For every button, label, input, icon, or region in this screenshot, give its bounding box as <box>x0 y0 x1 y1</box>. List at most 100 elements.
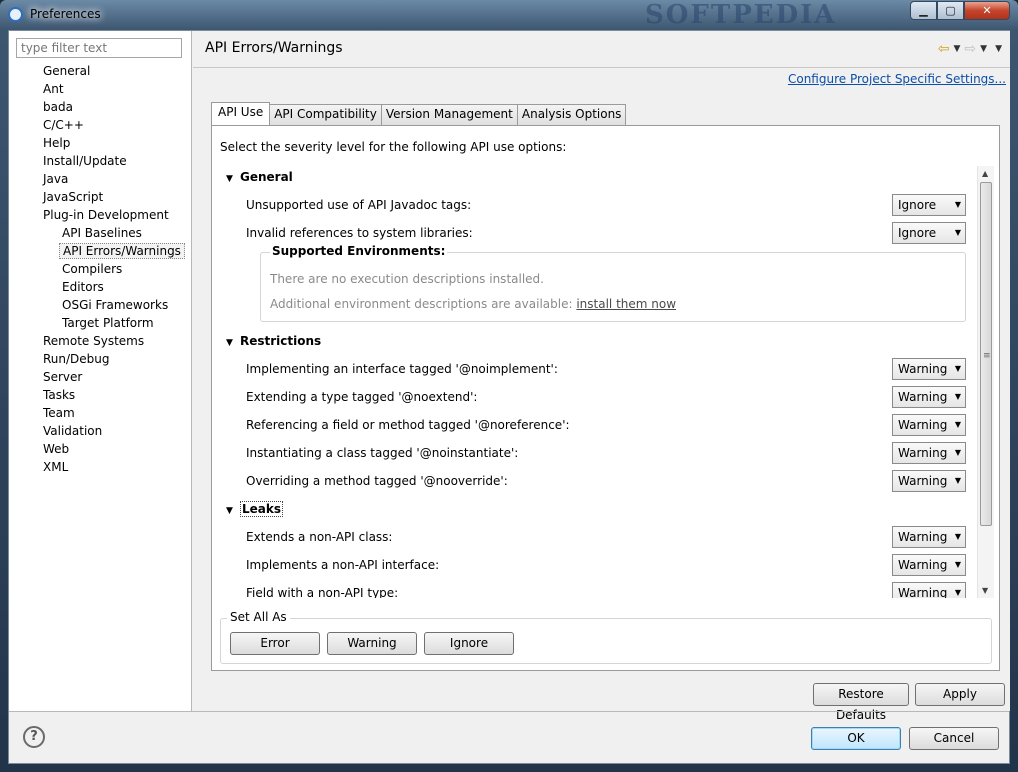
header-separator <box>193 67 1010 68</box>
tree-item[interactable]: C/C++ <box>9 116 192 134</box>
eclipse-icon <box>8 7 23 22</box>
set-all-title: Set All As <box>227 610 290 624</box>
severity-combo[interactable]: Ignore ▼ <box>892 194 966 216</box>
forward-arrow-icon[interactable]: ⇨ <box>964 41 976 57</box>
install-them-now-link[interactable]: install them now <box>576 297 676 311</box>
tree-item[interactable]: XML <box>9 458 192 476</box>
set-all-error-button[interactable]: Error <box>230 632 320 655</box>
configure-project-link[interactable]: Configure Project Specific Settings... <box>788 72 1006 86</box>
tree-item[interactable]: Compilers <box>9 260 192 278</box>
page-header: API Errors/Warnings ⇦ ▼ ⇨ ▼ ▼ <box>193 31 1010 67</box>
preference-page: API Errors/Warnings ⇦ ▼ ⇨ ▼ ▼ Configure … <box>193 31 1010 722</box>
severity-combo[interactable]: Warning ▼ <box>892 358 966 380</box>
tab-version-management[interactable]: Version Management <box>380 104 518 125</box>
severity-combo[interactable]: Warning ▼ <box>892 386 966 408</box>
dropdown-arrow-icon: ▼ <box>954 532 961 541</box>
expanded-icon: ▼ <box>226 506 233 516</box>
expanded-icon: ▼ <box>226 338 233 348</box>
help-icon[interactable]: ? <box>23 726 45 748</box>
tab-api-compatibility[interactable]: API Compatibility <box>269 104 382 125</box>
env-group-title: Supported Environments: <box>270 244 448 258</box>
maximize-button[interactable]: ▢ <box>937 1 964 20</box>
supported-environments-group: Supported Environments: There are no exe… <box>260 244 966 322</box>
dropdown-arrow-icon: ▼ <box>954 392 961 401</box>
tree-item[interactable]: Tasks <box>9 386 192 404</box>
section-restrictions[interactable]: ▼ Restrictions <box>226 334 321 348</box>
severity-combo[interactable]: Warning ▼ <box>892 470 966 492</box>
severity-combo[interactable]: Ignore ▼ <box>892 222 966 244</box>
preference-tree: General Ant bada C/C++ Help Install/Update Jav… <box>9 62 192 476</box>
scroll-up-icon[interactable]: ▲ <box>982 169 988 178</box>
tree-item[interactable]: Run/Debug <box>9 350 192 368</box>
tree-item[interactable]: Ant <box>9 80 192 98</box>
option-label: Overriding a method tagged '@nooverride'… <box>246 474 508 488</box>
env-available-text: Additional environment descriptions are … <box>270 297 677 311</box>
tree-item[interactable]: bada <box>9 98 192 116</box>
tree-item[interactable]: Web <box>9 440 192 458</box>
option-label: Instantiating a class tagged '@noinstant… <box>246 446 519 460</box>
preferences-window: Preferences SOFTPEDIA ▁ ▢ ✕ GeneralAntba… <box>0 0 1018 772</box>
dropdown-arrow-icon: ▼ <box>954 560 961 569</box>
tree-item[interactable]: Plug-in Development <box>9 206 192 224</box>
section-leaks[interactable]: ▼ Leaks <box>226 501 284 517</box>
tree-item[interactable]: Server <box>9 368 192 386</box>
intro-text: Select the severity level for the follow… <box>220 140 567 154</box>
tab-analysis-options[interactable]: Analysis Options <box>516 104 627 125</box>
filter-input[interactable] <box>16 38 182 58</box>
dialog-client: GeneralAntbadaC/C++HelpInstall/UpdateJav… <box>8 30 1010 764</box>
dropdown-arrow-icon: ▼ <box>954 476 961 485</box>
view-menu-icon[interactable]: ▼ <box>995 44 1002 54</box>
expanded-icon: ▼ <box>226 174 233 184</box>
severity-combo[interactable]: Warning ▼ <box>892 414 966 436</box>
tree-item[interactable]: General <box>9 62 192 80</box>
tree-item[interactable]: Install/Update <box>9 152 192 170</box>
tab-api-use[interactable]: API Use <box>211 102 271 125</box>
section-general[interactable]: ▼ General <box>226 170 293 184</box>
tree-item[interactable]: JavaScript <box>9 188 192 206</box>
tree-item[interactable]: Team <box>9 404 192 422</box>
severity-combo[interactable]: Warning ▼ <box>892 526 966 548</box>
tree-item[interactable]: Help <box>9 134 192 152</box>
severity-combo[interactable]: Warning ▼ <box>892 554 966 576</box>
window-title: Preferences <box>30 7 101 21</box>
restore-defaults-button[interactable]: Restore Defaults <box>813 683 909 722</box>
tree-item[interactable]: Target Platform <box>9 314 192 332</box>
option-label: Extends a non-API class: <box>246 530 393 544</box>
cancel-button[interactable]: Cancel <box>909 727 999 750</box>
severity-combo[interactable]: Warning ▼ <box>892 442 966 464</box>
tab-bar: API Use API Compatibility Version Manageme… <box>211 102 627 125</box>
severity-combo[interactable]: Warning ▼ <box>892 582 966 598</box>
back-arrow-icon[interactable]: ⇦ <box>938 41 950 57</box>
tree-item[interactable]: Validation <box>9 422 192 440</box>
option-label: Referencing a field or method tagged '@n… <box>246 418 570 432</box>
dropdown-arrow-icon: ▼ <box>954 420 961 429</box>
ok-button[interactable]: OK <box>811 727 901 750</box>
watermark: SOFTPEDIA <box>645 0 837 30</box>
back-dropdown-icon[interactable]: ▼ <box>954 44 961 54</box>
scroll-down-icon[interactable]: ▼ <box>982 586 988 595</box>
title-bar[interactable]: Preferences SOFTPEDIA ▁ ▢ ✕ <box>0 0 1018 30</box>
minimize-button[interactable]: ▁ <box>910 1 937 20</box>
option-label: Implements a non-API interface: <box>246 558 440 572</box>
env-none-text: There are no execution descriptions inst… <box>270 272 544 286</box>
window-controls: ▁ ▢ ✕ <box>910 1 1010 20</box>
set-all-warning-button[interactable]: Warning <box>327 632 417 655</box>
apply-button[interactable]: Apply <box>915 683 1005 706</box>
dropdown-arrow-icon: ▼ <box>954 588 961 597</box>
scrollbar-thumb[interactable]: ≡ <box>980 182 992 526</box>
set-all-ignore-button[interactable]: Ignore <box>424 632 514 655</box>
tree-item[interactable]: OSGi Frameworks <box>9 296 192 314</box>
forward-dropdown-icon[interactable]: ▼ <box>980 44 987 54</box>
tree-item[interactable]: Remote Systems <box>9 332 192 350</box>
options-scroll-area: ▼ General Unsupported use of API Javadoc … <box>216 166 983 598</box>
bottom-separator <box>9 711 1009 712</box>
tree-item[interactable]: API Baselines <box>9 224 192 242</box>
preference-tree-pane: GeneralAntbadaC/C++HelpInstall/UpdateJav… <box>9 31 192 711</box>
tree-item[interactable]: Java <box>9 170 192 188</box>
vertical-scrollbar[interactable]: ▲ ≡ ▼ <box>977 166 994 598</box>
tree-item[interactable]: Editors <box>9 278 192 296</box>
close-button[interactable]: ✕ <box>964 1 1010 20</box>
set-all-group: Set All As Error Warning Ignore <box>220 610 992 664</box>
grip-icon: ≡ <box>983 351 990 361</box>
tree-item[interactable]: API Errors/Warnings <box>9 242 192 260</box>
